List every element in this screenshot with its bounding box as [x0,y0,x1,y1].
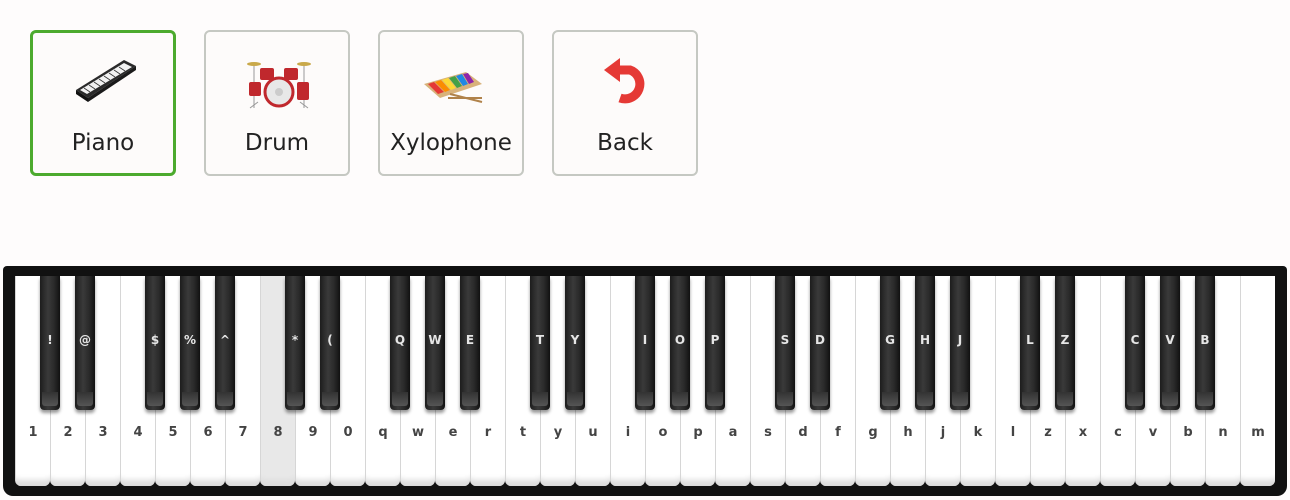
white-key-label: e [448,425,458,440]
back-button[interactable]: Back [552,30,698,176]
black-key[interactable]: T [530,276,550,410]
white-key-label: 5 [168,425,178,440]
white-key-label: x [1078,425,1088,440]
black-key[interactable]: H [915,276,935,410]
white-key-label: g [868,425,878,440]
undo-arrow-icon [594,54,660,110]
piano-label: Piano [71,130,135,156]
black-key[interactable]: S [775,276,795,410]
black-key[interactable]: @ [75,276,95,410]
black-key-label: L [1026,333,1034,347]
white-key-label: 9 [308,425,318,440]
white-key-label: h [903,425,913,440]
white-key-label: m [1251,425,1265,440]
black-key-label: V [1165,333,1175,347]
black-key-label: Y [570,333,580,347]
black-key[interactable]: B [1195,276,1215,410]
white-key-label: 4 [133,425,143,440]
black-key[interactable]: Z [1055,276,1075,410]
white-key-label: s [764,425,772,440]
black-key-label: $ [150,333,160,347]
black-key-label: J [957,333,963,347]
white-key-label: c [1114,425,1122,440]
black-key[interactable]: * [285,276,305,410]
black-key-label: I [642,333,648,347]
white-key-label: z [1044,425,1052,440]
white-key-label: v [1148,425,1158,440]
white-key-label: w [411,425,424,440]
white-key-label: r [484,425,492,440]
black-key-label: ( [327,333,333,347]
black-key-label: C [1130,333,1140,347]
xylophone-button[interactable]: Xylophone [378,30,524,176]
back-label: Back [597,130,653,156]
black-key[interactable]: O [670,276,690,410]
black-key-label: B [1200,333,1210,347]
white-key-label: 6 [203,425,213,440]
white-key-label: k [973,425,983,440]
black-key-label: Q [394,333,406,347]
black-key-label: H [919,333,931,347]
black-key-label: T [535,333,545,347]
white-key-label: j [940,425,946,440]
black-key-label: ^ [219,333,231,347]
white-key-label: b [1183,425,1193,440]
white-key-label: 3 [98,425,108,440]
white-key-label: 1 [28,425,38,440]
white-key-label: 7 [238,425,248,440]
white-key-label: 0 [343,425,353,440]
black-key[interactable]: Y [565,276,585,410]
black-key-label: @ [79,333,91,347]
white-key-label: p [693,425,703,440]
black-key-label: * [291,333,299,347]
black-key[interactable]: E [460,276,480,410]
white-key-label: f [835,425,841,440]
white-key-label: i [625,425,631,440]
black-key[interactable]: ( [320,276,340,410]
black-key[interactable]: W [425,276,445,410]
black-key[interactable]: I [635,276,655,410]
black-key[interactable]: G [880,276,900,410]
black-key-label: D [815,333,825,347]
white-key-label: u [588,425,598,440]
drum-kit-icon [246,54,312,110]
black-key-label: O [674,333,686,347]
white-key[interactable]: m [1240,276,1275,486]
black-key[interactable]: L [1020,276,1040,410]
piano-keyboard-icon [72,54,138,110]
black-key[interactable]: V [1160,276,1180,410]
black-key[interactable]: Q [390,276,410,410]
black-key[interactable]: ! [40,276,60,410]
white-key-label: l [1010,425,1016,440]
black-key[interactable]: ^ [215,276,235,410]
xylophone-icon [420,54,486,110]
xylophone-label: Xylophone [390,130,512,156]
black-key-label: E [465,333,475,347]
black-key-label: W [428,333,442,347]
black-key-label: G [885,333,895,347]
black-key[interactable]: J [950,276,970,410]
piano-button[interactable]: Piano [30,30,176,176]
white-key-label: t [519,425,527,440]
black-key[interactable]: % [180,276,200,410]
black-key[interactable]: D [810,276,830,410]
white-key-label: n [1218,425,1228,440]
black-key-label: P [710,333,720,347]
black-key[interactable]: P [705,276,725,410]
black-key-label: Z [1060,333,1070,347]
black-key[interactable]: $ [145,276,165,410]
black-key-label: S [780,333,790,347]
black-key-label: ! [47,333,53,347]
black-key[interactable]: C [1125,276,1145,410]
drum-button[interactable]: Drum [204,30,350,176]
white-key-label: a [728,425,738,440]
white-key-label: o [658,425,668,440]
black-key-label: % [183,333,197,347]
drum-label: Drum [244,130,310,156]
white-key-label: d [798,425,808,440]
white-key-label: 8 [273,425,283,440]
white-key-label: 2 [63,425,73,440]
white-key-label: q [378,425,388,440]
white-key-label: y [553,425,563,440]
